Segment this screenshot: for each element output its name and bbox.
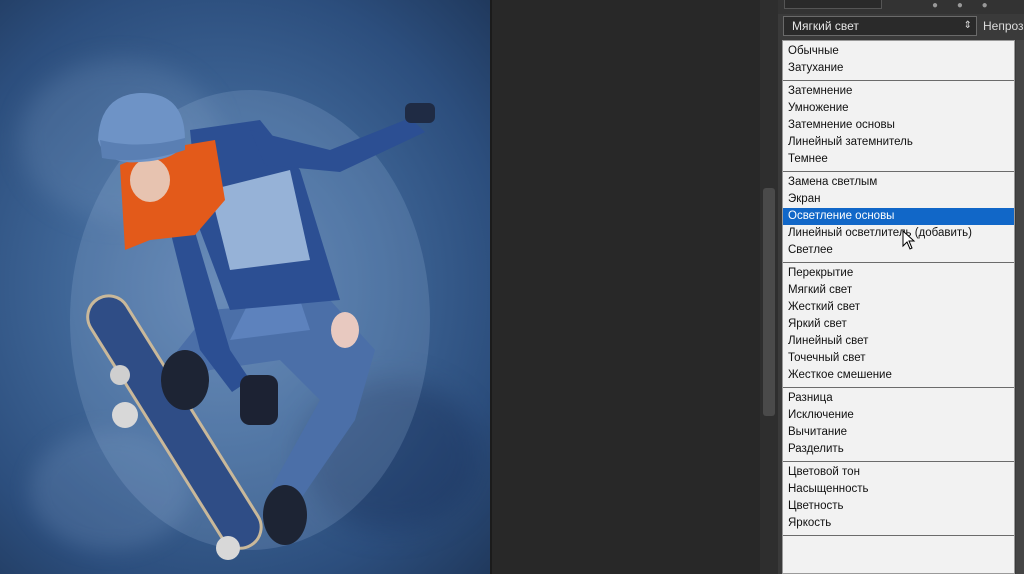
blend-menu-item[interactable]: Умножение bbox=[783, 100, 1014, 117]
blend-menu-item[interactable]: Экран bbox=[783, 191, 1014, 208]
blend-menu-item[interactable]: Яркость bbox=[783, 515, 1014, 532]
blend-mode-select[interactable]: Мягкий свет ⇕ bbox=[783, 16, 977, 36]
blend-menu-item[interactable]: Цветность bbox=[783, 498, 1014, 515]
blend-menu-item[interactable]: Линейный затемнитель bbox=[783, 134, 1014, 151]
blend-menu-item[interactable]: Насыщенность bbox=[783, 481, 1014, 498]
blend-menu-item[interactable]: Темнее bbox=[783, 151, 1014, 168]
blend-menu-group: Цветовой тон Насыщенность Цветность Яркость bbox=[783, 462, 1014, 536]
blend-menu-group: Затемнение Умножение Затемнение основы Лине… bbox=[783, 81, 1014, 172]
opacity-label: Непроз bbox=[983, 19, 1024, 33]
blend-menu-item[interactable]: Исключение bbox=[783, 407, 1014, 424]
blend-menu-item[interactable]: Цветовой тон bbox=[783, 464, 1014, 481]
blend-menu-item[interactable]: Линейный свет bbox=[783, 333, 1014, 350]
blend-menu-item[interactable]: Мягкий свет bbox=[783, 282, 1014, 299]
mouse-cursor-icon bbox=[902, 230, 916, 250]
blend-menu-item[interactable]: Жесткое смешение bbox=[783, 367, 1014, 384]
blend-menu-item[interactable]: Вычитание bbox=[783, 424, 1014, 441]
panel-top-icons[interactable]: ● ● ● bbox=[932, 0, 996, 11]
blend-menu-item[interactable]: Точечный свет bbox=[783, 350, 1014, 367]
blend-menu-item[interactable]: Яркий свет bbox=[783, 316, 1014, 333]
blend-menu-item[interactable]: Затемнение основы bbox=[783, 117, 1014, 134]
blend-menu-item[interactable]: Разница bbox=[783, 390, 1014, 407]
blend-menu-group: Замена светлым Экран Осветление основы Лине… bbox=[783, 172, 1014, 263]
layer-filter-dropdown[interactable] bbox=[784, 0, 882, 9]
blend-menu-group: Перекрытие Мягкий свет Жесткий свет Яркий с… bbox=[783, 263, 1014, 388]
blend-menu-item[interactable]: Обычные bbox=[783, 43, 1014, 60]
blend-mode-menu: Обычные Затухание Затемнение Умножение Затем… bbox=[782, 40, 1015, 574]
blend-menu-item[interactable]: Затухание bbox=[783, 60, 1014, 77]
blend-menu-item[interactable]: Перекрытие bbox=[783, 265, 1014, 282]
blend-menu-group: Разница Исключение Вычитание Разделить bbox=[783, 388, 1014, 462]
blend-menu-item[interactable]: Замена светлым bbox=[783, 174, 1014, 191]
workspace-background bbox=[492, 0, 760, 574]
panel-scrollbar-thumb[interactable] bbox=[763, 188, 775, 416]
blend-menu-item[interactable]: Линейный осветлитель (добавить) bbox=[783, 225, 1014, 242]
blend-menu-item[interactable]: Светлее bbox=[783, 242, 1014, 259]
blend-menu-item[interactable]: Осветление основы bbox=[783, 208, 1014, 225]
blend-menu-item[interactable]: Жесткий свет bbox=[783, 299, 1014, 316]
canvas-image[interactable] bbox=[0, 0, 490, 574]
skater-figure bbox=[70, 90, 435, 560]
blend-menu-item[interactable]: Разделить bbox=[783, 441, 1014, 458]
blend-menu-item[interactable]: Затемнение bbox=[783, 83, 1014, 100]
chevron-updown-icon: ⇕ bbox=[963, 20, 972, 31]
panel-right-strip bbox=[1016, 40, 1024, 574]
blend-mode-value: Мягкий свет bbox=[792, 19, 859, 33]
blend-menu-group: Обычные Затухание bbox=[783, 41, 1014, 81]
